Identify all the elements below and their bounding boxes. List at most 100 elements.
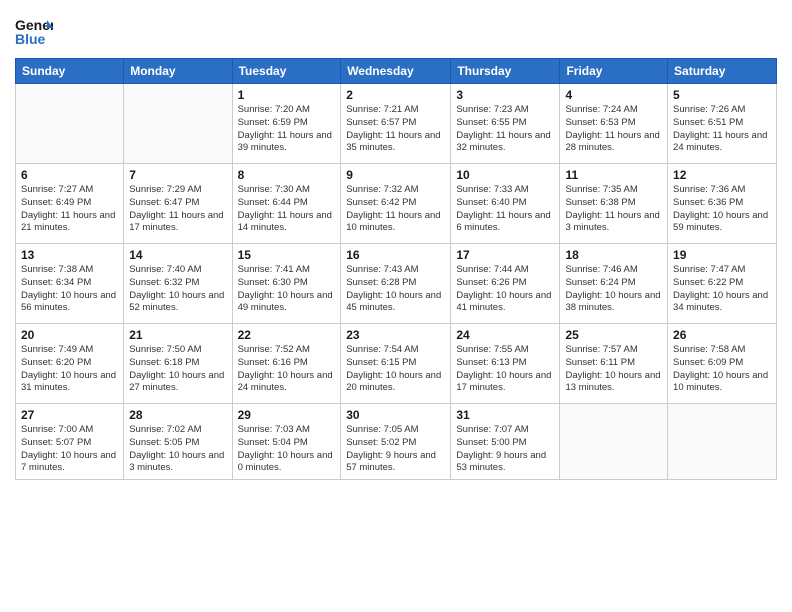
day-cell-2-1: 6Sunrise: 7:27 AM Sunset: 6:49 PM Daylig… (16, 164, 124, 244)
day-number: 12 (673, 168, 771, 182)
day-info: Sunrise: 7:41 AM Sunset: 6:30 PM Dayligh… (238, 264, 336, 315)
day-cell-2-3: 8 Sunrise: 7:30 AM Sunset: 6:44 PM Daylig… (232, 164, 341, 244)
day-number: 9 (346, 168, 445, 182)
day-cell-4-3: 22 Sunrise: 7:52 AM Sunset: 6:16 PM Dayli… (232, 324, 341, 404)
day-info: Sunrise: 7:43 AM Sunset: 6:28 PM Dayligh… (346, 264, 445, 315)
day-cell-1-4: 2 Sunrise: 7:21 AM Sunset: 6:57 PM Daylig… (341, 84, 451, 164)
week-row-3: 13Sunrise: 7:38 AM Sunset: 6:34 PM Dayli… (16, 244, 777, 324)
day-cell-1-1 (16, 84, 124, 164)
day-number: 1 (238, 88, 336, 102)
day-info: Sunrise: 7:05 AM Sunset: 5:02 PM Dayligh… (346, 424, 445, 475)
day-cell-5-3: 29 Sunrise: 7:03 AM Sunset: 5:04 PM Dayli… (232, 404, 341, 480)
day-info: Sunrise: 7:57 AM Sunset: 6:11 PM Dayligh… (565, 344, 662, 395)
day-info: Sunrise: 7:55 AM Sunset: 6:13 PM Dayligh… (456, 344, 554, 395)
day-cell-4-5: 24 Sunrise: 7:55 AM Sunset: 6:13 PM Dayli… (451, 324, 560, 404)
day-number: 13 (21, 248, 118, 262)
day-number: 22 (238, 328, 336, 342)
day-info: Sunrise: 7:26 AM Sunset: 6:51 PM Dayligh… (673, 104, 771, 155)
week-row-2: 6Sunrise: 7:27 AM Sunset: 6:49 PM Daylig… (16, 164, 777, 244)
day-number: 17 (456, 248, 554, 262)
day-cell-4-7: 26Sunrise: 7:58 AM Sunset: 6:09 PM Dayli… (668, 324, 777, 404)
day-info: Sunrise: 7:46 AM Sunset: 6:24 PM Dayligh… (565, 264, 662, 315)
weekday-tuesday: Tuesday (232, 59, 341, 84)
day-number: 15 (238, 248, 336, 262)
day-cell-4-6: 25 Sunrise: 7:57 AM Sunset: 6:11 PM Dayli… (560, 324, 668, 404)
day-info: Sunrise: 7:02 AM Sunset: 5:05 PM Dayligh… (129, 424, 226, 475)
day-info: Sunrise: 7:21 AM Sunset: 6:57 PM Dayligh… (346, 104, 445, 155)
day-cell-5-7 (668, 404, 777, 480)
day-number: 7 (129, 168, 226, 182)
logo: General Blue (15, 10, 53, 50)
day-number: 8 (238, 168, 336, 182)
day-cell-1-7: 5Sunrise: 7:26 AM Sunset: 6:51 PM Daylig… (668, 84, 777, 164)
day-number: 4 (565, 88, 662, 102)
day-cell-1-2 (124, 84, 232, 164)
day-number: 10 (456, 168, 554, 182)
day-cell-1-5: 3 Sunrise: 7:23 AM Sunset: 6:55 PM Daylig… (451, 84, 560, 164)
day-cell-5-6 (560, 404, 668, 480)
day-number: 11 (565, 168, 662, 182)
day-info: Sunrise: 7:52 AM Sunset: 6:16 PM Dayligh… (238, 344, 336, 395)
day-cell-5-4: 30Sunrise: 7:05 AM Sunset: 5:02 PM Dayli… (341, 404, 451, 480)
day-cell-3-1: 13Sunrise: 7:38 AM Sunset: 6:34 PM Dayli… (16, 244, 124, 324)
weekday-sunday: Sunday (16, 59, 124, 84)
day-cell-3-6: 18 Sunrise: 7:46 AM Sunset: 6:24 PM Dayli… (560, 244, 668, 324)
day-cell-2-5: 10 Sunrise: 7:33 AM Sunset: 6:40 PM Dayli… (451, 164, 560, 244)
day-info: Sunrise: 7:54 AM Sunset: 6:15 PM Dayligh… (346, 344, 445, 395)
day-number: 25 (565, 328, 662, 342)
day-number: 21 (129, 328, 226, 342)
day-cell-1-3: 1Sunrise: 7:20 AM Sunset: 6:59 PM Daylig… (232, 84, 341, 164)
week-row-5: 27Sunrise: 7:00 AM Sunset: 5:07 PM Dayli… (16, 404, 777, 480)
day-number: 3 (456, 88, 554, 102)
day-number: 27 (21, 408, 118, 422)
day-cell-3-3: 15 Sunrise: 7:41 AM Sunset: 6:30 PM Dayli… (232, 244, 341, 324)
day-info: Sunrise: 7:35 AM Sunset: 6:38 PM Dayligh… (565, 184, 662, 235)
day-number: 19 (673, 248, 771, 262)
day-cell-3-7: 19Sunrise: 7:47 AM Sunset: 6:22 PM Dayli… (668, 244, 777, 324)
day-info: Sunrise: 7:33 AM Sunset: 6:40 PM Dayligh… (456, 184, 554, 235)
day-number: 24 (456, 328, 554, 342)
day-info: Sunrise: 7:07 AM Sunset: 5:00 PM Dayligh… (456, 424, 554, 475)
day-info: Sunrise: 7:30 AM Sunset: 6:44 PM Dayligh… (238, 184, 336, 235)
day-cell-3-2: 14Sunrise: 7:40 AM Sunset: 6:32 PM Dayli… (124, 244, 232, 324)
day-info: Sunrise: 7:03 AM Sunset: 5:04 PM Dayligh… (238, 424, 336, 475)
day-cell-3-4: 16 Sunrise: 7:43 AM Sunset: 6:28 PM Dayli… (341, 244, 451, 324)
weekday-header-row: SundayMondayTuesdayWednesdayThursdayFrid… (16, 59, 777, 84)
svg-text:Blue: Blue (15, 31, 46, 47)
day-number: 26 (673, 328, 771, 342)
day-info: Sunrise: 7:32 AM Sunset: 6:42 PM Dayligh… (346, 184, 445, 235)
day-cell-2-4: 9 Sunrise: 7:32 AM Sunset: 6:42 PM Daylig… (341, 164, 451, 244)
day-number: 29 (238, 408, 336, 422)
day-cell-2-6: 11 Sunrise: 7:35 AM Sunset: 6:38 PM Dayli… (560, 164, 668, 244)
weekday-monday: Monday (124, 59, 232, 84)
day-info: Sunrise: 7:24 AM Sunset: 6:53 PM Dayligh… (565, 104, 662, 155)
day-number: 6 (21, 168, 118, 182)
day-cell-5-2: 28 Sunrise: 7:02 AM Sunset: 5:05 PM Dayli… (124, 404, 232, 480)
weekday-thursday: Thursday (451, 59, 560, 84)
day-number: 18 (565, 248, 662, 262)
day-number: 20 (21, 328, 118, 342)
weekday-wednesday: Wednesday (341, 59, 451, 84)
calendar-body: 1Sunrise: 7:20 AM Sunset: 6:59 PM Daylig… (16, 84, 777, 480)
day-cell-4-1: 20Sunrise: 7:49 AM Sunset: 6:20 PM Dayli… (16, 324, 124, 404)
day-cell-5-1: 27Sunrise: 7:00 AM Sunset: 5:07 PM Dayli… (16, 404, 124, 480)
day-cell-2-2: 7 Sunrise: 7:29 AM Sunset: 6:47 PM Daylig… (124, 164, 232, 244)
day-info: Sunrise: 7:23 AM Sunset: 6:55 PM Dayligh… (456, 104, 554, 155)
week-row-4: 20Sunrise: 7:49 AM Sunset: 6:20 PM Dayli… (16, 324, 777, 404)
day-cell-4-2: 21 Sunrise: 7:50 AM Sunset: 6:18 PM Dayli… (124, 324, 232, 404)
day-number: 2 (346, 88, 445, 102)
day-cell-1-6: 4 Sunrise: 7:24 AM Sunset: 6:53 PM Daylig… (560, 84, 668, 164)
page: General Blue SundayMondayTuesdayWednesda… (0, 0, 792, 612)
day-number: 16 (346, 248, 445, 262)
logo-icon: General Blue (15, 12, 53, 50)
day-cell-5-5: 31Sunrise: 7:07 AM Sunset: 5:00 PM Dayli… (451, 404, 560, 480)
day-info: Sunrise: 7:29 AM Sunset: 6:47 PM Dayligh… (129, 184, 226, 235)
day-cell-3-5: 17 Sunrise: 7:44 AM Sunset: 6:26 PM Dayli… (451, 244, 560, 324)
day-info: Sunrise: 7:50 AM Sunset: 6:18 PM Dayligh… (129, 344, 226, 395)
weekday-saturday: Saturday (668, 59, 777, 84)
day-info: Sunrise: 7:44 AM Sunset: 6:26 PM Dayligh… (456, 264, 554, 315)
day-number: 28 (129, 408, 226, 422)
day-cell-4-4: 23Sunrise: 7:54 AM Sunset: 6:15 PM Dayli… (341, 324, 451, 404)
weekday-friday: Friday (560, 59, 668, 84)
day-info: Sunrise: 7:40 AM Sunset: 6:32 PM Dayligh… (129, 264, 226, 315)
